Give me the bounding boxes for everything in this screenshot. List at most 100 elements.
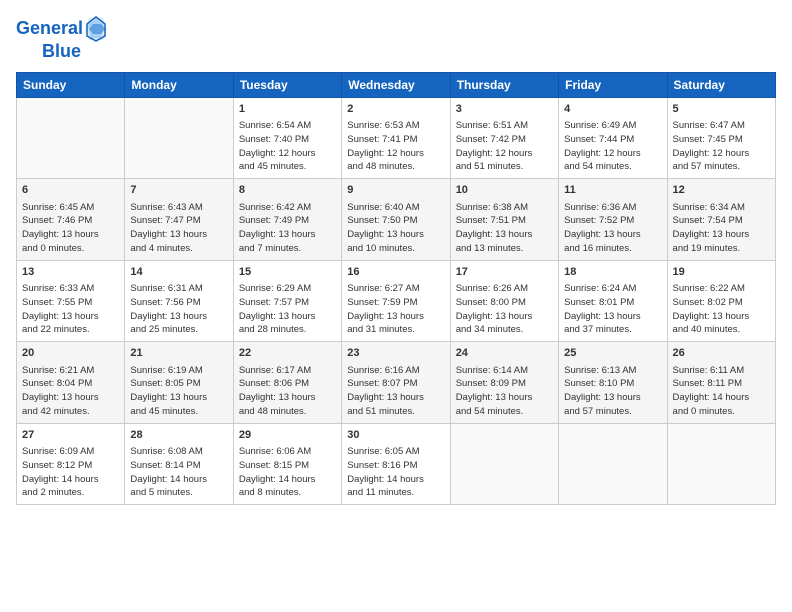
calendar-cell: 11 Sunrise: 6:36 AM Sunset: 7:52 PM Dayli… bbox=[559, 179, 667, 260]
calendar-cell: 14 Sunrise: 6:31 AM Sunset: 7:56 PM Dayli… bbox=[125, 260, 233, 341]
calendar-cell: 2 Sunrise: 6:53 AM Sunset: 7:41 PM Daylig… bbox=[342, 97, 450, 178]
day-number: 30 bbox=[347, 428, 444, 443]
calendar-cell: 29 Sunrise: 6:06 AM Sunset: 8:15 PM Dayli… bbox=[233, 423, 341, 504]
day-info: Sunrise: 6:34 AM Sunset: 7:54 PM Dayligh… bbox=[673, 201, 770, 256]
calendar-cell bbox=[667, 423, 775, 504]
day-number: 19 bbox=[673, 265, 770, 280]
calendar-header-row: SundayMondayTuesdayWednesdayThursdayFrid… bbox=[17, 72, 776, 97]
day-number: 9 bbox=[347, 183, 444, 198]
day-info: Sunrise: 6:17 AM Sunset: 8:06 PM Dayligh… bbox=[239, 364, 336, 419]
calendar-cell bbox=[17, 97, 125, 178]
calendar-cell: 13 Sunrise: 6:33 AM Sunset: 7:55 PM Dayli… bbox=[17, 260, 125, 341]
day-number: 3 bbox=[456, 102, 553, 117]
day-number: 28 bbox=[130, 428, 227, 443]
calendar-week-row: 6 Sunrise: 6:45 AM Sunset: 7:46 PM Daylig… bbox=[17, 179, 776, 260]
calendar-cell: 3 Sunrise: 6:51 AM Sunset: 7:42 PM Daylig… bbox=[450, 97, 558, 178]
calendar-cell: 30 Sunrise: 6:05 AM Sunset: 8:16 PM Dayli… bbox=[342, 423, 450, 504]
day-number: 18 bbox=[564, 265, 661, 280]
day-number: 6 bbox=[22, 183, 119, 198]
day-number: 8 bbox=[239, 183, 336, 198]
day-info: Sunrise: 6:42 AM Sunset: 7:49 PM Dayligh… bbox=[239, 201, 336, 256]
calendar-cell: 28 Sunrise: 6:08 AM Sunset: 8:14 PM Dayli… bbox=[125, 423, 233, 504]
day-info: Sunrise: 6:05 AM Sunset: 8:16 PM Dayligh… bbox=[347, 445, 444, 500]
day-number: 17 bbox=[456, 265, 553, 280]
calendar-cell: 9 Sunrise: 6:40 AM Sunset: 7:50 PM Daylig… bbox=[342, 179, 450, 260]
calendar-cell: 15Sunrise: 6:29 AM Sunset: 7:57 PM Dayli… bbox=[233, 260, 341, 341]
weekday-header: Tuesday bbox=[233, 72, 341, 97]
day-number: 22 bbox=[239, 346, 336, 361]
weekday-header: Monday bbox=[125, 72, 233, 97]
day-info: Sunrise: 6:49 AM Sunset: 7:44 PM Dayligh… bbox=[564, 119, 661, 174]
day-info: Sunrise: 6:47 AM Sunset: 7:45 PM Dayligh… bbox=[673, 119, 770, 174]
calendar-week-row: 1Sunrise: 6:54 AM Sunset: 7:40 PM Daylig… bbox=[17, 97, 776, 178]
day-info: Sunrise: 6:45 AM Sunset: 7:46 PM Dayligh… bbox=[22, 201, 119, 256]
calendar-cell: 21Sunrise: 6:19 AM Sunset: 8:05 PM Dayli… bbox=[125, 342, 233, 423]
day-info: Sunrise: 6:33 AM Sunset: 7:55 PM Dayligh… bbox=[22, 282, 119, 337]
calendar-cell: 10Sunrise: 6:38 AM Sunset: 7:51 PM Dayli… bbox=[450, 179, 558, 260]
calendar-cell: 12 Sunrise: 6:34 AM Sunset: 7:54 PM Dayli… bbox=[667, 179, 775, 260]
day-number: 7 bbox=[130, 183, 227, 198]
day-info: Sunrise: 6:08 AM Sunset: 8:14 PM Dayligh… bbox=[130, 445, 227, 500]
day-number: 1 bbox=[239, 102, 336, 117]
day-info: Sunrise: 6:11 AM Sunset: 8:11 PM Dayligh… bbox=[673, 364, 770, 419]
weekday-header: Sunday bbox=[17, 72, 125, 97]
day-number: 20 bbox=[22, 346, 119, 361]
day-number: 5 bbox=[673, 102, 770, 117]
day-number: 12 bbox=[673, 183, 770, 198]
calendar-cell: 23 Sunrise: 6:16 AM Sunset: 8:07 PM Dayli… bbox=[342, 342, 450, 423]
day-number: 14 bbox=[130, 265, 227, 280]
day-number: 16 bbox=[347, 265, 444, 280]
day-info: Sunrise: 6:14 AM Sunset: 8:09 PM Dayligh… bbox=[456, 364, 553, 419]
calendar-cell: 6 Sunrise: 6:45 AM Sunset: 7:46 PM Daylig… bbox=[17, 179, 125, 260]
calendar-week-row: 27Sunrise: 6:09 AM Sunset: 8:12 PM Dayli… bbox=[17, 423, 776, 504]
day-number: 10 bbox=[456, 183, 553, 198]
calendar-cell: 17Sunrise: 6:26 AM Sunset: 8:00 PM Dayli… bbox=[450, 260, 558, 341]
calendar-cell: 19 Sunrise: 6:22 AM Sunset: 8:02 PM Dayli… bbox=[667, 260, 775, 341]
day-info: Sunrise: 6:24 AM Sunset: 8:01 PM Dayligh… bbox=[564, 282, 661, 337]
day-info: Sunrise: 6:16 AM Sunset: 8:07 PM Dayligh… bbox=[347, 364, 444, 419]
day-info: Sunrise: 6:27 AM Sunset: 7:59 PM Dayligh… bbox=[347, 282, 444, 337]
day-info: Sunrise: 6:06 AM Sunset: 8:15 PM Dayligh… bbox=[239, 445, 336, 500]
day-info: Sunrise: 6:29 AM Sunset: 7:57 PM Dayligh… bbox=[239, 282, 336, 337]
day-info: Sunrise: 6:40 AM Sunset: 7:50 PM Dayligh… bbox=[347, 201, 444, 256]
day-number: 29 bbox=[239, 428, 336, 443]
calendar-cell: 7 Sunrise: 6:43 AM Sunset: 7:47 PM Daylig… bbox=[125, 179, 233, 260]
calendar-cell: 1Sunrise: 6:54 AM Sunset: 7:40 PM Daylig… bbox=[233, 97, 341, 178]
calendar-cell bbox=[450, 423, 558, 504]
calendar-cell bbox=[125, 97, 233, 178]
calendar-cell: 20 Sunrise: 6:21 AM Sunset: 8:04 PM Dayli… bbox=[17, 342, 125, 423]
day-info: Sunrise: 6:51 AM Sunset: 7:42 PM Dayligh… bbox=[456, 119, 553, 174]
weekday-header: Saturday bbox=[667, 72, 775, 97]
day-number: 2 bbox=[347, 102, 444, 117]
day-info: Sunrise: 6:22 AM Sunset: 8:02 PM Dayligh… bbox=[673, 282, 770, 337]
day-number: 13 bbox=[22, 265, 119, 280]
day-number: 21 bbox=[130, 346, 227, 361]
logo-icon bbox=[85, 16, 107, 42]
weekday-header: Friday bbox=[559, 72, 667, 97]
day-info: Sunrise: 6:43 AM Sunset: 7:47 PM Dayligh… bbox=[130, 201, 227, 256]
logo-blue-text: Blue bbox=[42, 42, 81, 62]
day-number: 24 bbox=[456, 346, 553, 361]
logo: General Blue bbox=[16, 16, 107, 62]
day-info: Sunrise: 6:36 AM Sunset: 7:52 PM Dayligh… bbox=[564, 201, 661, 256]
day-number: 26 bbox=[673, 346, 770, 361]
calendar-week-row: 13 Sunrise: 6:33 AM Sunset: 7:55 PM Dayli… bbox=[17, 260, 776, 341]
calendar-cell: 27Sunrise: 6:09 AM Sunset: 8:12 PM Dayli… bbox=[17, 423, 125, 504]
day-info: Sunrise: 6:13 AM Sunset: 8:10 PM Dayligh… bbox=[564, 364, 661, 419]
day-info: Sunrise: 6:21 AM Sunset: 8:04 PM Dayligh… bbox=[22, 364, 119, 419]
page-header: General Blue bbox=[16, 16, 776, 62]
logo-text: General bbox=[16, 19, 83, 39]
calendar-cell: 25 Sunrise: 6:13 AM Sunset: 8:10 PM Dayli… bbox=[559, 342, 667, 423]
calendar-cell: 22 Sunrise: 6:17 AM Sunset: 8:06 PM Dayli… bbox=[233, 342, 341, 423]
calendar-cell: 5 Sunrise: 6:47 AM Sunset: 7:45 PM Daylig… bbox=[667, 97, 775, 178]
day-number: 27 bbox=[22, 428, 119, 443]
calendar-week-row: 20 Sunrise: 6:21 AM Sunset: 8:04 PM Dayli… bbox=[17, 342, 776, 423]
weekday-header: Wednesday bbox=[342, 72, 450, 97]
day-number: 4 bbox=[564, 102, 661, 117]
day-number: 25 bbox=[564, 346, 661, 361]
day-number: 23 bbox=[347, 346, 444, 361]
calendar-cell bbox=[559, 423, 667, 504]
day-number: 11 bbox=[564, 183, 661, 198]
day-info: Sunrise: 6:53 AM Sunset: 7:41 PM Dayligh… bbox=[347, 119, 444, 174]
day-info: Sunrise: 6:31 AM Sunset: 7:56 PM Dayligh… bbox=[130, 282, 227, 337]
